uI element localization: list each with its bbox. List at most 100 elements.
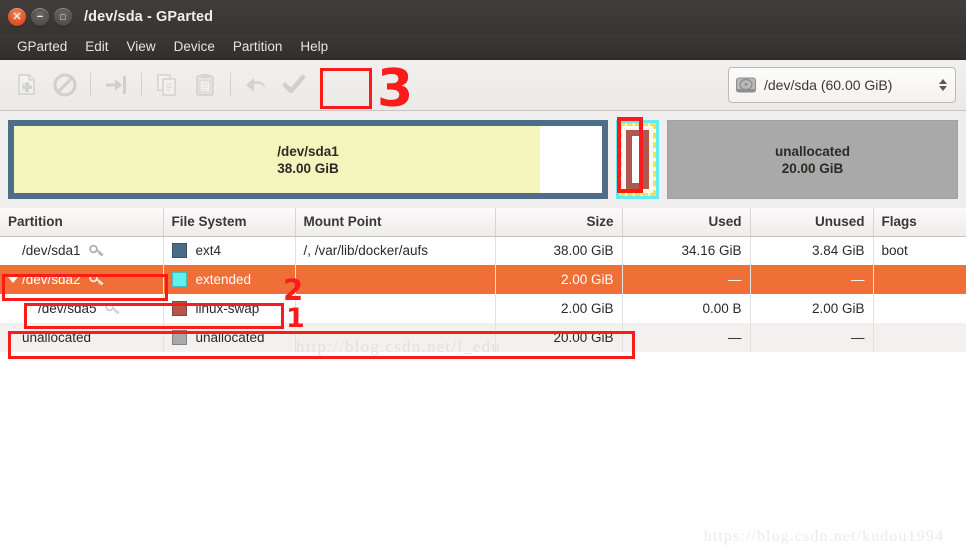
unallocated-size: 20.00 GiB [781,160,844,176]
table-row[interactable]: /dev/sda2 extended 2.00 GiB — — [0,265,966,294]
menu-item-device[interactable]: Device [165,37,224,56]
cell-unused: — [750,323,874,352]
filesystem-name: ext4 [195,243,222,259]
bottom-watermark: https://blog.csdn.net/kudou1994 [703,528,944,545]
cell-size: 20.00 GiB [495,323,623,352]
disk-graphic: /dev/sda1 38.00 GiB unallocated 20.00 Gi… [0,111,966,208]
sda1-size: 38.00 GiB [277,160,339,176]
minimize-icon: − [36,10,44,23]
hard-disk-icon [736,77,756,93]
filesystem-color-swatch [171,272,187,287]
disk-partition-sda1[interactable]: /dev/sda1 38.00 GiB [8,120,608,199]
cell-mountpoint [295,323,496,352]
minimize-button[interactable]: − [31,8,49,26]
filesystem-name: unallocated [195,330,265,345]
undo-button[interactable] [237,66,275,104]
expander-triangle-icon[interactable] [8,276,18,283]
window-controls: ✕ − □ [8,8,72,26]
cell-flags [873,265,966,294]
column-header-flags[interactable]: Flags [873,208,966,237]
device-selector-spinner[interactable] [929,79,947,91]
filesystem-name: extended [195,272,252,287]
menu-item-edit[interactable]: Edit [76,37,117,56]
delete-partition-button[interactable] [46,66,84,104]
cell-used: — [622,265,751,294]
cell-filesystem: ext4 [163,236,296,265]
title-bar: ✕ − □ /dev/sda - GParted [0,0,966,34]
table-row[interactable]: /dev/sda5 linux-swap 2.00 GiB 0.00 B 2.0… [0,294,966,323]
cell-unused: 3.84 GiB [750,236,874,265]
close-icon: ✕ [12,10,22,23]
partition-name: unallocated [22,330,92,345]
resize-move-button[interactable] [97,66,135,104]
chevron-down-icon [939,86,947,91]
toolbar-separator [141,73,142,97]
cell-unused: 2.00 GiB [750,294,874,323]
device-selector-label: /dev/sda (60.00 GiB) [764,77,893,93]
menu-item-partition[interactable]: Partition [224,37,292,56]
partition-table-area: Partition File System Mount Point Size U… [0,208,966,352]
gparted-window: ✕ − □ /dev/sda - GParted GParted Edit Vi… [0,0,966,560]
filesystem-color-swatch [171,301,187,316]
delete-partition-icon [53,73,77,97]
paste-icon [196,74,214,96]
mounted-key-icon [104,302,121,316]
cell-used: 0.00 B [622,294,751,323]
undo-icon [246,78,265,92]
cell-unused: — [750,265,874,294]
toolbar: /dev/sda (60.00 GiB) [0,60,966,111]
column-header-unused[interactable]: Unused [750,208,874,237]
chevron-up-icon [939,79,947,84]
cell-filesystem: linux-swap [163,294,296,323]
cell-filesystem: extended [163,265,296,294]
cell-flags [873,294,966,323]
partition-name: /dev/sda5 [38,301,97,316]
cell-mountpoint: /, /var/lib/docker/aufs [295,236,496,265]
close-button[interactable]: ✕ [8,8,26,26]
cell-size: 2.00 GiB [495,294,623,323]
cell-size: 2.00 GiB [495,265,623,294]
cell-size: 38.00 GiB [495,236,623,265]
menu-item-view[interactable]: View [118,37,165,56]
apply-checkmark-icon [282,74,306,94]
paste-button[interactable] [186,66,224,104]
column-header-partition[interactable]: Partition [0,208,164,237]
new-partition-button[interactable] [8,66,46,104]
cell-flags [873,323,966,352]
apply-button[interactable] [275,66,313,104]
cell-flags: boot [873,236,966,265]
unallocated-caption: unallocated 20.00 GiB [775,143,850,177]
sda1-name: /dev/sda1 [277,143,339,159]
cell-partition: unallocated [0,323,164,352]
table-row[interactable]: unallocated unallocated 20.00 GiB — — [0,323,966,352]
cell-used: 34.16 GiB [622,236,751,265]
new-partition-icon [18,74,35,95]
cell-filesystem: unallocated [163,323,296,352]
cell-mountpoint [295,265,496,294]
menu-item-help[interactable]: Help [291,37,337,56]
copy-icon [157,74,176,96]
cell-partition: /dev/sda1 [0,236,164,265]
copy-button[interactable] [148,66,186,104]
disk-partition-sda5[interactable] [626,130,649,189]
maximize-button[interactable]: □ [54,8,72,26]
maximize-icon: □ [60,11,66,22]
disk-partition-sda2[interactable] [616,120,659,199]
partition-name: /dev/sda1 [22,243,81,259]
mounted-key-icon [88,244,105,258]
disk-unallocated[interactable]: unallocated 20.00 GiB [667,120,958,199]
table-row[interactable]: /dev/sda1 ext4 /, /var/lib/docker/aufs 3… [0,236,966,265]
partition-name: /dev/sda2 [22,272,81,287]
device-selector[interactable]: /dev/sda (60.00 GiB) [728,67,956,103]
column-header-used[interactable]: Used [622,208,751,237]
menu-item-gparted[interactable]: GParted [8,37,76,56]
column-header-mountpoint[interactable]: Mount Point [295,208,496,237]
mounted-key-icon [88,273,105,287]
partition-table: Partition File System Mount Point Size U… [0,208,966,352]
column-header-filesystem[interactable]: File System [163,208,296,237]
sda1-caption: /dev/sda1 38.00 GiB [14,143,602,177]
toolbar-separator [230,73,231,97]
toolbar-separator [90,73,91,97]
cell-used: — [622,323,751,352]
column-header-size[interactable]: Size [495,208,623,237]
